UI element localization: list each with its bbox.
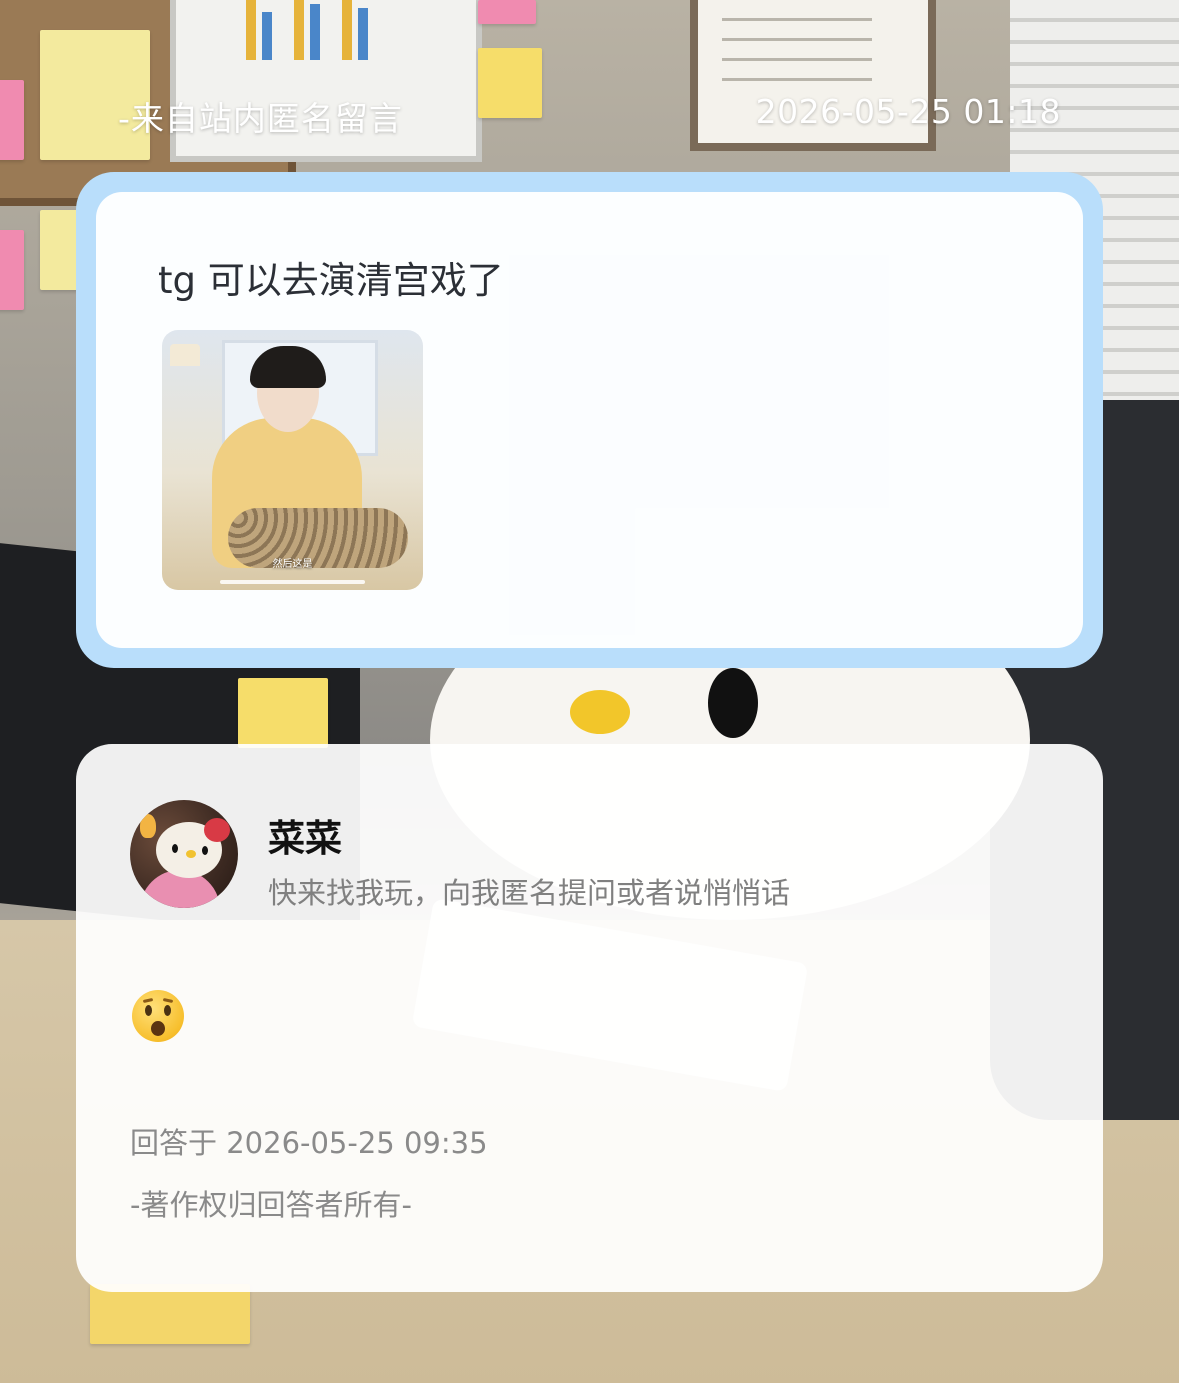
question-video-thumbnail[interactable]: 然后这是	[162, 330, 423, 590]
answer-card: 菜菜 快来找我玩，向我匿名提问或者说悄悄话 回答于 2026-05-25 09:…	[76, 744, 1103, 1292]
sticky-note	[40, 210, 80, 290]
author-name[interactable]: 菜菜	[268, 808, 342, 862]
astonished-face-emoji-icon	[132, 990, 184, 1042]
question-card: tg 可以去演清宫戏了 然后这是	[76, 172, 1103, 668]
source-label: -来自站内匿名留言	[118, 99, 403, 138]
thumbnail-caption: 然后这是	[272, 559, 313, 570]
avatar-flame	[140, 814, 156, 838]
author-bio: 快来找我玩，向我匿名提问或者说悄悄话	[268, 876, 791, 910]
message-header: -来自站内匿名留言 2026-05-25 01:18	[0, 92, 1179, 142]
sticky-note	[0, 230, 24, 310]
question-card-inner: tg 可以去演清宫戏了 然后这是	[96, 192, 1083, 648]
question-text: tg 可以去演清宫戏了	[158, 259, 504, 302]
hello-kitty-avatar-icon[interactable]	[130, 800, 238, 908]
thumbnail-lamp	[170, 344, 200, 366]
copyright-notice: -著作权归回答者所有-	[130, 1188, 412, 1222]
video-progress-bar	[220, 580, 365, 584]
avatar-nose	[186, 850, 196, 858]
avatar-eye	[202, 846, 208, 855]
avatar-eye	[172, 844, 178, 853]
answered-timestamp: 回答于 2026-05-25 09:35	[130, 1126, 488, 1160]
avatar-bow	[204, 818, 230, 842]
message-timestamp: 2026-05-25 01:18	[755, 92, 1061, 131]
